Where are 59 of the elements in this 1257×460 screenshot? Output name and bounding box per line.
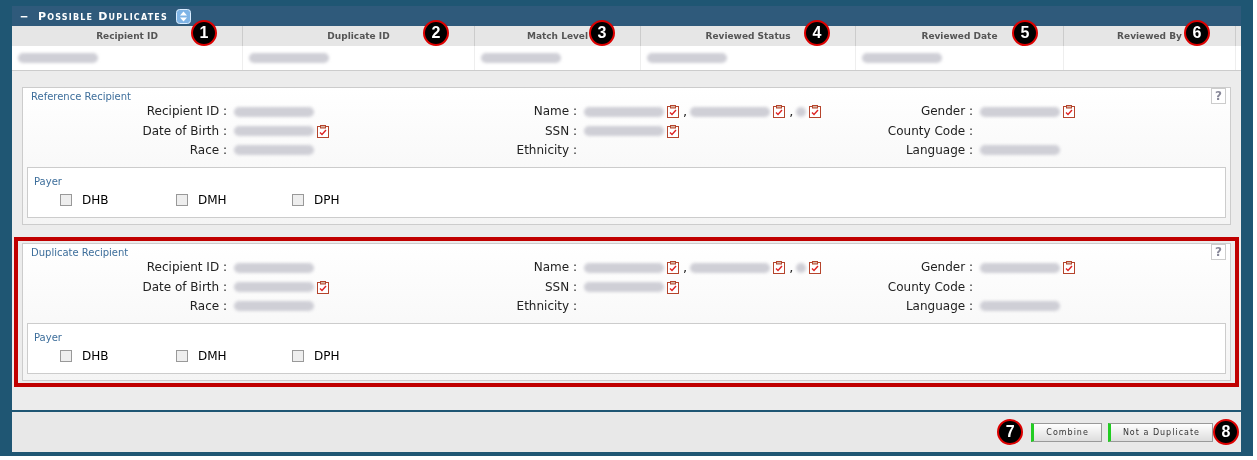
checkbox-label: DHB [82,193,109,207]
clipboard-check-icon[interactable] [809,105,822,118]
panel-title: Possible Duplicates [38,9,168,23]
checkbox-label: DHB [82,349,109,363]
field-label: Ethnicity : [515,143,577,157]
field-label: Race : [188,299,227,313]
checkbox[interactable] [176,350,188,362]
field-label: Recipient ID : [145,104,227,119]
field-label: Language : [904,143,973,157]
clipboard-check-icon[interactable] [773,261,786,274]
section-legend: Duplicate Recipient [27,246,133,258]
clipboard-check-icon[interactable] [1063,261,1075,274]
checkbox-label: DMH [198,193,227,207]
callout-badge: 8 [1213,419,1239,445]
separator: , [789,260,794,275]
field-label: County Code : [886,280,973,294]
callout-badge: 7 [997,419,1024,445]
payer-legend: Payer [34,332,62,343]
field-label: Race : [188,143,227,157]
clipboard-check-icon[interactable] [1063,105,1075,118]
field-label: Date of Birth : [141,124,227,138]
field-label: SSN : [543,124,577,138]
payer-legend: Payer [34,176,62,187]
section-legend: Reference Recipient [27,90,135,102]
checkbox[interactable] [292,350,304,362]
field-label: Name : [532,104,577,119]
clipboard-check-icon[interactable] [667,261,679,274]
clipboard-check-icon[interactable] [317,280,329,294]
collapse-button[interactable]: − [18,8,30,24]
field-label: County Code : [886,124,973,138]
field-label: Recipient ID : [145,260,227,275]
help-button[interactable]: ? [1211,244,1226,260]
clipboard-check-icon[interactable] [667,280,679,294]
sort-icon[interactable] [176,8,191,24]
clipboard-check-icon[interactable] [667,124,679,138]
checkbox[interactable] [176,194,188,206]
separator: , [789,104,794,119]
field-label: Language : [904,299,973,313]
checkbox[interactable] [60,194,72,206]
field-label: Ethnicity : [515,299,577,313]
separator: , [683,260,688,275]
field-label: Name : [532,260,577,275]
clipboard-check-icon[interactable] [773,105,786,118]
checkbox[interactable] [60,350,72,362]
field-label: Gender : [919,104,973,119]
checkbox-label: DPH [314,349,340,363]
checkbox-label: DPH [314,193,340,207]
clipboard-check-icon[interactable] [809,261,822,274]
separator: , [683,104,688,119]
field-label: SSN : [543,280,577,294]
field-label: Date of Birth : [141,280,227,294]
field-label: Gender : [919,260,973,275]
action-button[interactable]: Combine [1031,422,1102,442]
clipboard-check-icon[interactable] [317,124,329,138]
action-button[interactable]: Not a Duplicate [1107,422,1213,442]
checkbox-label: DMH [198,349,227,363]
clipboard-check-icon[interactable] [667,105,679,118]
help-button[interactable]: ? [1211,88,1226,104]
checkbox[interactable] [292,194,304,206]
